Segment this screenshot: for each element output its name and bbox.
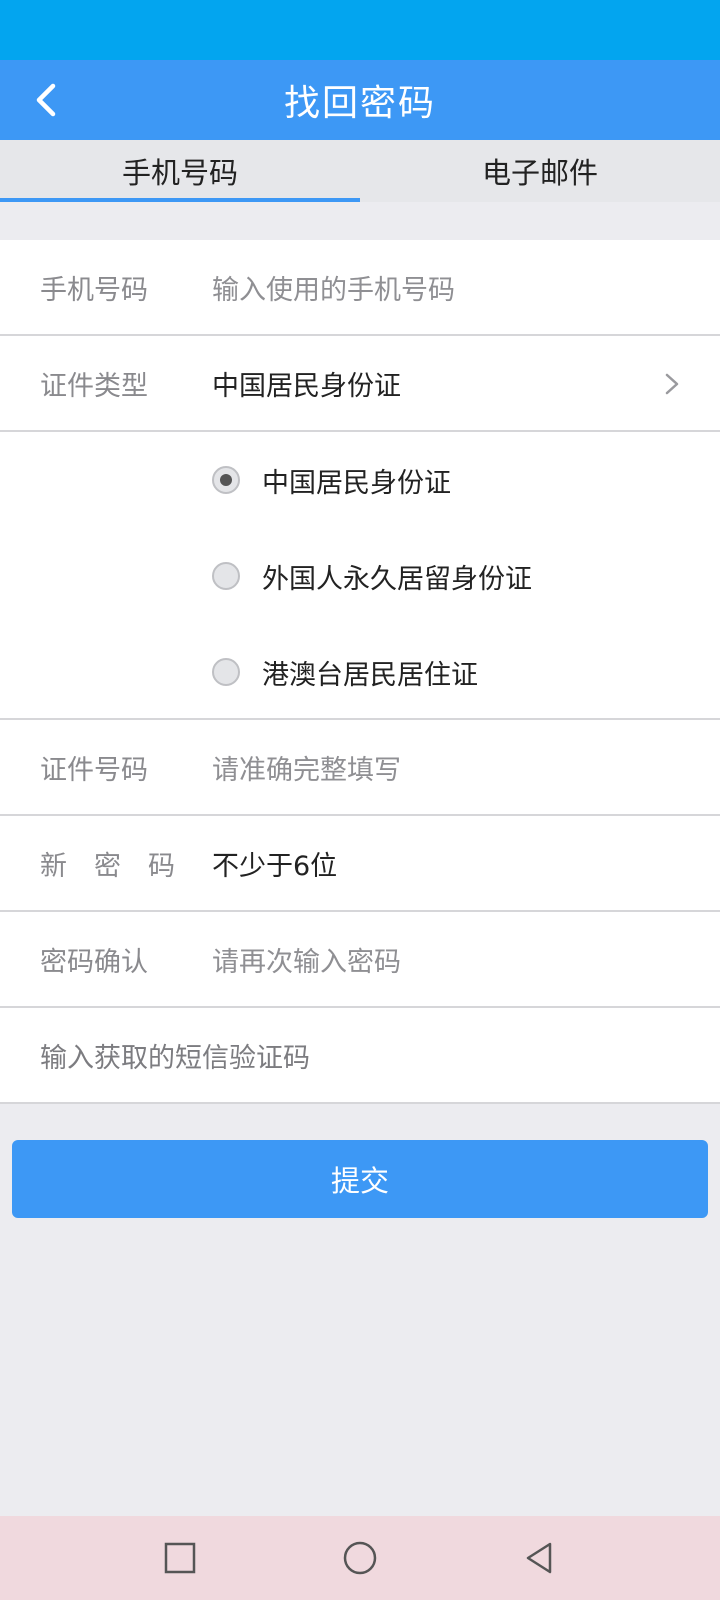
status-bar xyxy=(0,0,720,60)
radio-unchecked-icon[interactable] xyxy=(212,658,240,686)
id-type-options: 中国居民身份证 外国人永久居留身份证 港澳台居民居住证 xyxy=(0,432,720,720)
back-button[interactable] xyxy=(20,74,72,126)
id-type-select[interactable]: 中国居民身份证 xyxy=(212,364,401,403)
app-bar: 找回密码 xyxy=(0,60,720,140)
radio-checked-icon[interactable] xyxy=(212,466,240,494)
recovery-form: 手机号码 输入使用的手机号码 证件类型 中国居民身份证 中国居民身份证 外国人永… xyxy=(0,240,720,1104)
new-password-input[interactable]: 不少于6位 xyxy=(212,844,337,883)
option-label: 港澳台居民居住证 xyxy=(262,659,478,691)
sms-code-input[interactable]: 输入获取的短信验证码 xyxy=(0,1036,310,1075)
id-number-input[interactable]: 请准确完整填写 xyxy=(212,748,401,787)
chevron-right-icon xyxy=(665,373,679,395)
id-type-option[interactable]: 外国人永久居留身份证 xyxy=(212,528,720,624)
page-title: 找回密码 xyxy=(283,83,436,124)
phone-input[interactable]: 输入使用的手机号码 xyxy=(212,268,455,307)
id-type-row[interactable]: 证件类型 中国居民身份证 xyxy=(0,336,720,432)
home-icon[interactable] xyxy=(340,1538,380,1578)
system-nav-bar xyxy=(0,1516,720,1600)
sms-code-row[interactable]: 输入获取的短信验证码 xyxy=(0,1008,720,1104)
id-type-option[interactable]: 港澳台居民居住证 xyxy=(212,624,720,720)
id-number-row[interactable]: 证件号码 请准确完整填写 xyxy=(0,720,720,816)
confirm-password-label: 密码确认 xyxy=(40,946,148,978)
id-number-label: 证件号码 xyxy=(40,754,148,786)
recent-apps-icon[interactable] xyxy=(160,1538,200,1578)
id-type-option[interactable]: 中国居民身份证 xyxy=(212,432,720,528)
option-label: 中国居民身份证 xyxy=(262,467,451,499)
confirm-password-input[interactable]: 请再次输入密码 xyxy=(212,940,401,979)
chevron-left-icon xyxy=(36,83,56,117)
submit-button[interactable]: 提交 xyxy=(12,1140,708,1218)
confirm-password-row[interactable]: 密码确认 请再次输入密码 xyxy=(0,912,720,1008)
tab-email[interactable]: 电子邮件 xyxy=(360,140,720,202)
new-password-label: 新 密 码 xyxy=(40,850,175,882)
back-nav-icon[interactable] xyxy=(520,1538,560,1578)
phone-row[interactable]: 手机号码 输入使用的手机号码 xyxy=(0,240,720,336)
id-type-label: 证件类型 xyxy=(40,370,148,402)
option-label: 外国人永久居留身份证 xyxy=(262,563,532,595)
radio-unchecked-icon[interactable] xyxy=(212,562,240,590)
phone-label: 手机号码 xyxy=(40,274,148,306)
new-password-row[interactable]: 新 密 码 不少于6位 xyxy=(0,816,720,912)
tab-phone[interactable]: 手机号码 xyxy=(0,140,360,202)
tab-bar: 手机号码 电子邮件 xyxy=(0,140,720,202)
